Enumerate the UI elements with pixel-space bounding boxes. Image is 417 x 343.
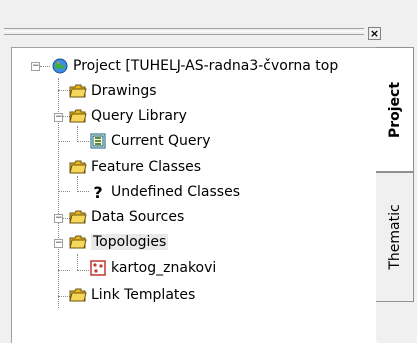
feature-classes-expander[interactable]: − [54,214,63,223]
tab-thematic[interactable]: Thematic [376,172,414,302]
project-tree: − Project [TUHELJ-AS-radna3-čvorna top D… [11,47,377,343]
tree-item-current-query[interactable]: Current Query [89,130,211,152]
tree-item-kartog-znakovi[interactable]: kartog_znakovi [89,257,216,279]
tree-item-project[interactable]: Project [TUHELJ-AS-radna3-čvorna top [51,55,338,77]
folder-icon [69,209,87,225]
folder-icon [69,234,87,250]
root-expander[interactable]: − [31,62,40,71]
tab-strip-filler [376,302,414,341]
folder-icon [69,159,87,175]
tree-item-data-sources[interactable]: Data Sources [69,206,184,228]
folder-icon [69,108,87,124]
tree-item-topologies[interactable]: Topologies [69,231,169,253]
globe-icon [51,58,69,74]
question-icon: ? [93,182,103,202]
tab-project[interactable]: Project [376,47,414,172]
tab-thematic-label: Thematic [386,204,403,270]
topology-icon [89,260,107,276]
query-library-expander[interactable]: − [54,113,63,122]
tab-project-label: Project [386,81,403,138]
tree-item-link-templates[interactable]: Link Templates [69,284,195,306]
folder-icon [69,83,87,99]
tree-item-query-library[interactable]: Query Library [69,105,187,127]
close-button[interactable]: × [368,27,381,40]
topologies-expander[interactable]: − [54,239,63,248]
folder-icon [69,287,87,303]
query-icon [89,133,107,149]
tree-item-undefined-classes[interactable]: ? Undefined Classes [89,181,240,203]
tree-item-feature-classes[interactable]: Feature Classes [69,156,201,178]
tree-item-drawings[interactable]: Drawings [69,80,157,102]
